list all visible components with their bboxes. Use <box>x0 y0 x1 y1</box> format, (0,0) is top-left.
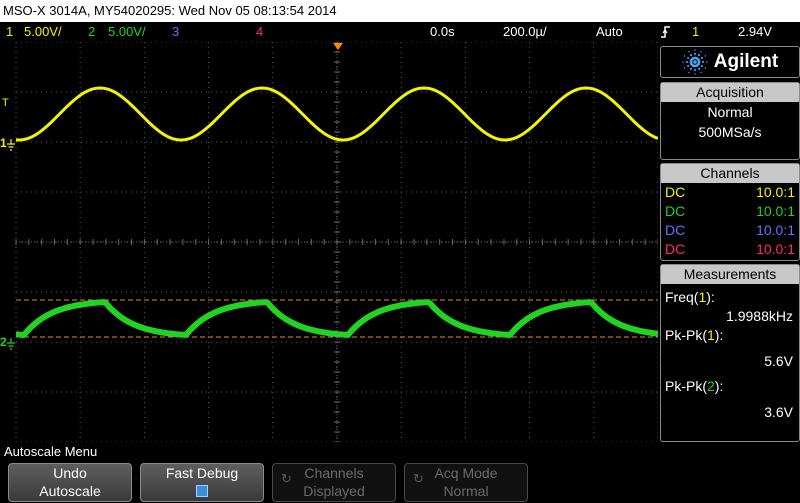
measurements-box[interactable]: Measurements Freq(1): 1.9988kHz Pk-Pk(1)… <box>660 264 800 442</box>
softkey-menu: Autoscale Menu Undo Autoscale Fast Debug… <box>0 443 800 503</box>
softkey-line2: Autoscale <box>39 483 101 499</box>
trigger-position-marker <box>333 43 343 50</box>
ch2-scale[interactable]: 5.00V/ <box>108 22 146 42</box>
channels-displayed-button[interactable]: ↻ Channels Displayed <box>272 463 396 502</box>
measurement-value-freq-1: 1.9988kHz <box>726 308 793 324</box>
channels-heading: Channels <box>661 164 799 183</box>
channel-coupling: DC <box>665 241 686 257</box>
trigger-level[interactable]: 2.94V <box>738 22 772 42</box>
sample-rate: 500MSa/s <box>698 124 762 140</box>
acquisition-heading: Acquisition <box>661 83 799 102</box>
trigger-mode[interactable]: Auto <box>596 22 623 42</box>
menu-title: Autoscale Menu <box>4 444 98 459</box>
ch2-ground-icon <box>7 338 15 350</box>
channel-row-2[interactable]: DC 10.0:1 <box>661 202 799 221</box>
fast-debug-button[interactable]: Fast Debug <box>140 463 264 502</box>
measurement-value-pkpk-2: 3.6V <box>764 404 793 420</box>
title-text: MSO-X 3014A, MY54020295: Wed Nov 05 08:1… <box>3 3 337 18</box>
spark-dot <box>689 54 692 57</box>
spark-dot <box>693 52 696 56</box>
measurement-value-pkpk-1: 5.6V <box>764 353 793 369</box>
spark-core <box>692 60 697 64</box>
spark-dot <box>694 73 696 75</box>
graticule <box>15 41 659 443</box>
spark-dot <box>700 71 702 74</box>
ch1-scale[interactable]: 5.00V/ <box>24 22 62 42</box>
spark-dot <box>688 50 690 53</box>
spark-dot <box>694 49 696 51</box>
channels-box[interactable]: Channels DC 10.0:1 DC 10.0:1 DC 10.0:1 D… <box>660 163 800 261</box>
spark-dot <box>700 50 702 53</box>
trigger-level-marker[interactable]: T <box>2 97 9 109</box>
undo-autoscale-button[interactable]: Undo Autoscale <box>8 463 132 502</box>
checkbox-checked-icon <box>196 485 208 497</box>
spark-dot <box>700 56 703 60</box>
acquisition-mode: Normal <box>707 104 753 120</box>
channel-coupling: DC <box>665 184 686 200</box>
ch1-ground-icon <box>7 139 15 151</box>
title-bar: MSO-X 3014A, MY54020295: Wed Nov 05 08:1… <box>0 0 800 22</box>
spark-dot <box>696 58 700 62</box>
spark-dot <box>683 67 686 69</box>
channel-probe-ratio: 10.0:1 <box>756 222 795 238</box>
measurement-label-freq-1: Freq(1): <box>665 289 715 305</box>
ch3-number[interactable]: 3 <box>172 22 179 42</box>
measurement-label-pkpk-1: Pk-Pk(1): <box>665 327 724 343</box>
spark-dot <box>682 61 684 63</box>
acquisition-box[interactable]: Acquisition Normal 500MSa/s <box>660 82 800 160</box>
spark-dot <box>704 55 706 57</box>
time-offset[interactable]: 0.0s <box>430 22 455 42</box>
spark-dot <box>689 67 692 70</box>
spark-dot <box>697 54 700 57</box>
channel-row-4[interactable]: DC 10.0:1 <box>661 240 799 259</box>
brand-box: Agilent <box>660 46 800 78</box>
spark-dot <box>697 67 700 70</box>
channel-row-3[interactable]: DC 10.0:1 <box>661 221 799 240</box>
acq-mode-button[interactable]: ↻ Acq Mode Normal <box>404 463 528 502</box>
rotate-knob-icon: ↻ <box>281 471 292 486</box>
channel-coupling: DC <box>665 203 686 219</box>
spark-dot <box>686 64 689 68</box>
spark-dot <box>688 71 690 74</box>
spark-dot <box>685 60 688 64</box>
ch2-number[interactable]: 2 <box>88 22 95 42</box>
spark-dot <box>686 56 689 60</box>
time-scale[interactable]: 200.0µ/ <box>503 22 547 42</box>
measurement-label-pkpk-2: Pk-Pk(2): <box>665 378 724 394</box>
channel-probe-ratio: 10.0:1 <box>756 184 795 200</box>
spark-dot <box>706 61 708 63</box>
channel-probe-ratio: 10.0:1 <box>756 241 795 257</box>
rotate-knob-icon: ↻ <box>413 471 424 486</box>
spark-dot <box>701 60 704 64</box>
softkey-line1: Fast Debug <box>165 465 239 481</box>
spark-dot <box>704 67 706 69</box>
agilent-spark-icon <box>682 49 708 75</box>
trigger-source[interactable]: 1 <box>692 22 699 42</box>
softkey-line1: Undo <box>53 465 87 481</box>
channel-row-1[interactable]: DC 10.0:1 <box>661 183 799 202</box>
brand-name: Agilent <box>713 51 779 72</box>
ch1-number[interactable]: 1 <box>6 22 13 42</box>
spark-dot <box>700 64 703 68</box>
spark-dot <box>683 55 686 57</box>
waveform-display[interactable]: T 1 2 <box>0 41 659 443</box>
channel-coupling: DC <box>665 222 686 238</box>
right-info-panel: Agilent Acquisition Normal 500MSa/s Chan… <box>660 46 800 442</box>
measurements-heading: Measurements <box>661 265 799 284</box>
spark-dot <box>693 68 696 72</box>
ch4-number[interactable]: 4 <box>256 22 263 42</box>
channel-probe-ratio: 10.0:1 <box>756 203 795 219</box>
rising-edge-trigger-icon <box>661 26 670 38</box>
status-bar: 1 5.00V/ 2 5.00V/ 3 4 0.0s 200.0µ/ Auto … <box>0 22 800 42</box>
